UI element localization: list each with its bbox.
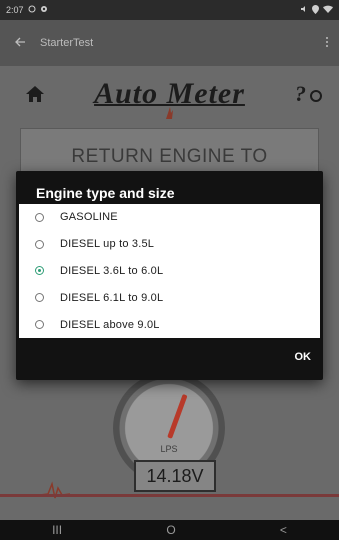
- option-diesel-above-9-0l[interactable]: DIESEL above 9.0L: [19, 311, 320, 338]
- home-button[interactable]: O: [166, 523, 175, 537]
- settings-icon: [40, 5, 48, 15]
- option-label: DIESEL above 9.0L: [60, 318, 160, 331]
- radio-icon[interactable]: [35, 239, 44, 249]
- option-diesel-6-1l-to-9-0l[interactable]: DIESEL 6.1L to 9.0L: [19, 284, 320, 311]
- dialog-title: Engine type and size: [36, 185, 175, 201]
- option-label: DIESEL up to 3.5L: [60, 238, 155, 251]
- banner-text: RETURN ENGINE TO: [71, 146, 268, 167]
- logo-flame-icon: [0, 106, 339, 125]
- wifi-icon: [323, 5, 333, 15]
- back-button[interactable]: <: [280, 523, 287, 537]
- svg-text:?: ?: [295, 81, 306, 106]
- option-gasoline[interactable]: GASOLINE: [19, 204, 320, 231]
- voltage-readout: 14.18V: [134, 460, 216, 492]
- option-diesel-up-to-3-5l[interactable]: DIESEL up to 3.5L: [19, 231, 320, 258]
- radio-icon[interactable]: [35, 320, 44, 330]
- app-bar: StarterTest: [0, 20, 339, 66]
- option-label: GASOLINE: [60, 211, 118, 224]
- recents-button[interactable]: III: [52, 523, 62, 537]
- engine-type-dialog: Engine type and size GASOLINE DIESEL up …: [16, 171, 323, 380]
- vertical-dots-icon[interactable]: [315, 35, 339, 51]
- radio-checked-icon[interactable]: [35, 266, 44, 276]
- circle-icon: [28, 5, 36, 15]
- status-bar: 2:07: [0, 0, 339, 20]
- gauge-unit-label: LPS: [160, 444, 178, 454]
- status-left: 2:07: [6, 5, 48, 15]
- location-icon: [312, 4, 319, 16]
- ok-button[interactable]: OK: [295, 351, 312, 363]
- radio-icon[interactable]: [35, 212, 44, 222]
- option-label: DIESEL 3.6L to 6.0L: [60, 264, 164, 277]
- nav-bar: III O <: [0, 520, 339, 540]
- radio-icon[interactable]: [35, 293, 44, 303]
- arrow-left-icon[interactable]: [0, 35, 40, 52]
- footer-line: [0, 494, 339, 497]
- status-right: [300, 4, 333, 16]
- signal-wave-icon: [39, 480, 71, 505]
- status-time: 2:07: [6, 5, 24, 15]
- gauge-needle: [167, 393, 188, 439]
- option-label: DIESEL 6.1L to 9.0L: [60, 291, 164, 304]
- help-icon[interactable]: ?: [293, 81, 323, 107]
- option-diesel-3-6l-to-6-0l[interactable]: DIESEL 3.6L to 6.0L: [19, 258, 320, 285]
- engine-options-list: GASOLINE DIESEL up to 3.5L DIESEL 3.6L t…: [19, 204, 320, 338]
- mute-icon: [300, 5, 308, 15]
- home-icon[interactable]: [24, 83, 46, 105]
- app-title: StarterTest: [40, 37, 94, 49]
